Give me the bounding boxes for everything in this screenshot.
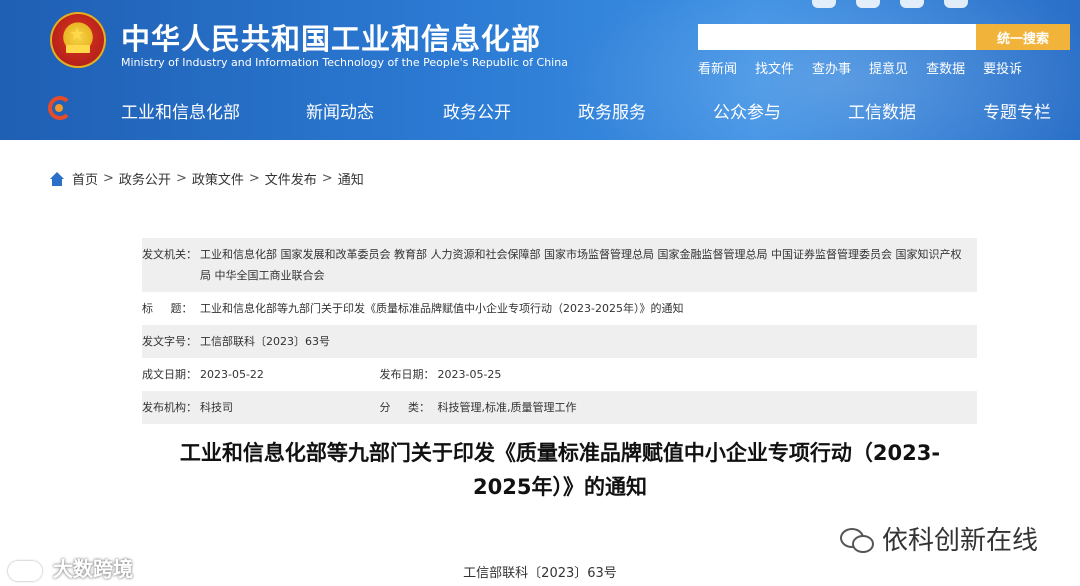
breadcrumb-notice[interactable]: 通知 [338,169,364,188]
quick-link-feedback[interactable]: 提意见 [869,58,908,77]
search-input[interactable] [698,24,976,50]
breadcrumb-gov-affairs[interactable]: 政务公开 [119,169,171,188]
quick-link-services[interactable]: 查办事 [812,58,851,77]
watermark-right: 依科创新在线 [840,520,1038,557]
document-title-line2: 2025年）》的通知 [473,475,647,499]
quick-links: 看新闻 找文件 查办事 提意见 查数据 要投诉 [698,58,1022,77]
nav-item-data[interactable]: 工信数据 [848,98,916,123]
breadcrumb-policy-files[interactable]: 政策文件 [192,169,244,188]
issuer-value-line2: 局 中华全国工商业联合会 [200,269,325,282]
meta-row-issuer: 发文机关： 工业和信息化部 国家发展和改革委员会 教育部 人力资源和社会保障部 … [142,238,977,292]
quick-link-complaint[interactable]: 要投诉 [983,58,1022,77]
nav-item-news[interactable]: 新闻动态 [306,98,374,123]
miit-logo-icon[interactable] [48,96,72,120]
top-utility-icons [812,0,968,8]
meta-row-title: 标 题： 工业和信息化部等九部门关于印发《质量标准品牌赋值中小企业专项行动（20… [142,292,977,325]
title-value: 工业和信息化部等九部门关于印发《质量标准品牌赋值中小企业专项行动（2023-20… [200,302,684,315]
main-nav: 工业和信息化部 新闻动态 政务公开 政务服务 公众参与 工信数据 专题专栏 [0,90,1080,130]
org-label: 发布机构： [142,401,197,414]
created-date-label: 成文日期： [142,368,197,381]
document-metadata: 发文机关： 工业和信息化部 国家发展和改革委员会 教育部 人力资源和社会保障部 … [142,238,977,424]
wechat-icon [840,526,874,553]
published-date-label: 发布日期： [379,368,435,381]
breadcrumb-home[interactable]: 首页 [72,169,98,188]
search-bar: 统一搜索 [698,24,1070,50]
breadcrumb-file-release[interactable]: 文件发布 [265,169,317,188]
utility-icon[interactable] [812,0,836,8]
quick-link-news[interactable]: 看新闻 [698,58,737,77]
published-date-value: 2023-05-25 [437,368,502,381]
docno-value: 工信部联科〔2023〕63号 [200,335,330,348]
breadcrumb-separator: > [103,171,114,186]
nav-item-gov-services[interactable]: 政务服务 [578,98,646,123]
category-value: 科技管理,标准,质量管理工作 [437,401,577,414]
issuer-label: 发文机关： [142,248,197,261]
nav-item-gov-affairs[interactable]: 政务公开 [443,98,511,123]
nav-item-topics[interactable]: 专题专栏 [983,98,1051,123]
breadcrumb-separator: > [248,171,260,186]
gate-icon [66,45,90,53]
issuer-value-line1: 工业和信息化部 国家发展和改革委员会 教育部 人力资源和社会保障部 国家市场监督… [200,248,962,261]
home-icon[interactable] [50,171,64,186]
breadcrumb: 首页 > 政务公开 > 政策文件 > 文件发布 > 通知 [50,169,364,188]
watermark-right-text: 依科创新在线 [882,526,1039,556]
document-title: 工业和信息化部等九部门关于印发《质量标准品牌赋值中小企业专项行动（2023- 2… [150,436,970,504]
quick-link-data[interactable]: 查数据 [926,58,965,77]
utility-icon[interactable] [900,0,924,8]
national-emblem-icon[interactable]: ★ [50,12,106,68]
utility-icon[interactable] [856,0,880,8]
document-title-line1: 工业和信息化部等九部门关于印发《质量标准品牌赋值中小企业专项行动（2023- [179,441,941,465]
utility-icon[interactable] [944,0,968,8]
org-value: 科技司 [200,401,233,414]
site-title-en: Ministry of Industry and Information Tec… [121,56,568,69]
created-date-value: 2023-05-22 [200,368,264,381]
nav-item-participation[interactable]: 公众参与 [713,98,781,123]
site-header: ★ 中华人民共和国工业和信息化部 Ministry of Industry an… [0,0,1080,140]
document-number: 工信部联科〔2023〕63号 [463,566,617,581]
title-label: 标 题： [142,302,193,315]
meta-row-docno: 发文字号： 工信部联科〔2023〕63号 [142,325,977,358]
meta-row-dates: 成文日期： 2023-05-22 发布日期： 2023-05-25 [142,358,977,391]
search-button[interactable]: 统一搜索 [976,24,1070,50]
star-icon: ★ [69,24,86,45]
category-label: 分 类： [379,401,430,414]
breadcrumb-separator: > [175,171,187,186]
nav-item-ministry[interactable]: 工业和信息化部 [121,98,240,123]
site-title-cn[interactable]: 中华人民共和国工业和信息化部 [121,16,541,58]
docno-label: 发文字号： [142,335,197,348]
breadcrumb-separator: > [321,171,333,186]
meta-row-org: 发布机构： 科技司 分 类： 科技管理,标准,质量管理工作 [142,391,977,424]
quick-link-files[interactable]: 找文件 [755,58,794,77]
